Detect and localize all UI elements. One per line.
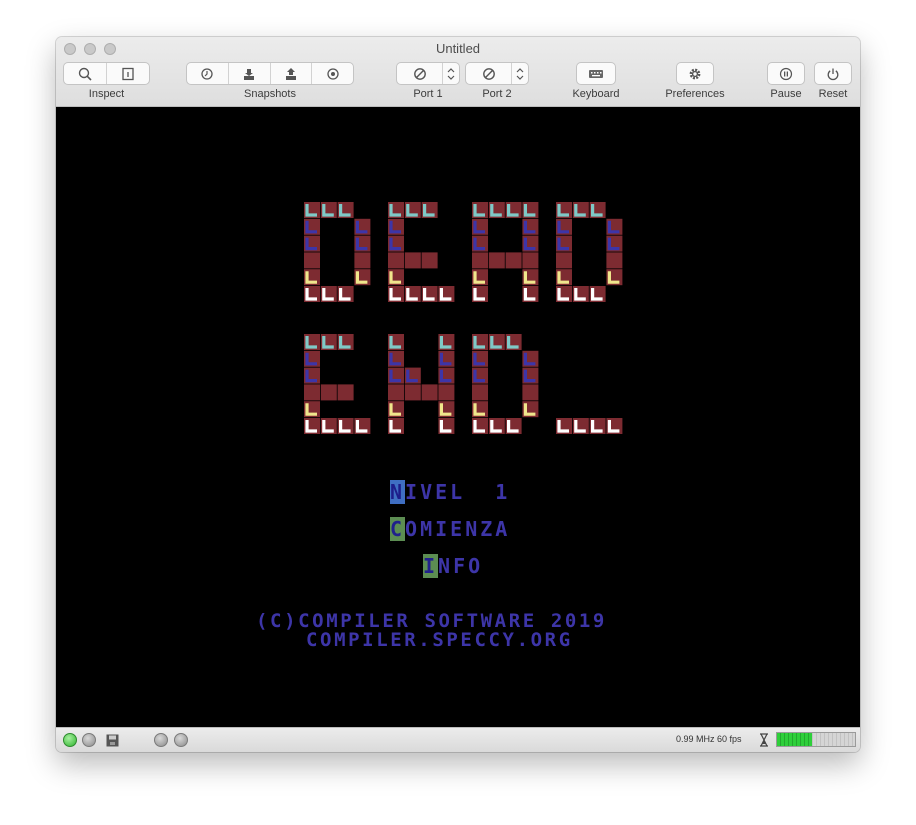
logo-brick [522,252,539,269]
titlebar: Untitled Inspect Snapshots Port 1 Port 2… [56,37,860,107]
no-device-icon [482,67,495,80]
preferences-label: Preferences [665,88,725,100]
pause-icon [779,67,793,80]
drive-led [82,733,96,747]
rewind-icon [201,67,214,80]
menu-text-info: NFO [438,554,484,578]
inspect-group [63,62,150,85]
history-icon [326,67,339,80]
hourglass-icon[interactable] [759,733,769,747]
logo-brick [354,252,371,269]
pause-button[interactable] [767,62,805,85]
speed-readout: 0.99 MHz 60 fps [676,734,742,744]
logo-brick [304,252,320,269]
magnifier-icon [78,67,92,81]
keyboard-icon [589,69,603,78]
inspect-label: Inspect [88,88,125,100]
logo-brick [320,384,337,401]
window-title: Untitled [435,41,481,56]
logo-brick [388,252,404,269]
reset-button[interactable] [814,62,852,85]
reset-label: Reset [818,88,848,100]
download-icon [244,68,255,80]
logo-brick [404,384,421,401]
port2-stepper[interactable] [512,63,528,84]
logo-brick [606,252,623,269]
logo-brick [556,252,572,269]
inspect-button[interactable] [64,63,107,84]
keyboard-label: Keyboard [572,88,620,100]
logo-brick [472,252,488,269]
no-device-icon [413,67,426,80]
pause-label: Pause [770,88,802,100]
monitor-button[interactable] [107,63,149,84]
logo-brick [488,252,505,269]
upload-icon [285,67,296,80]
logo-brick [472,384,488,401]
port2-none [466,63,513,84]
menu-key-i: I [423,554,439,578]
chevron-updown-icon [447,67,455,80]
port1-none [397,63,444,84]
logo-brick [404,252,421,269]
menu-key-c: C [390,517,406,541]
logo-brick [388,384,404,401]
rewind-button[interactable] [187,63,229,84]
keyboard-button[interactable] [576,62,616,85]
take-snapshot-button[interactable] [229,63,271,84]
emulator-screen[interactable]: NIVEL 1 COMIENZA INFO (C)COMPILER SOFTWA… [56,107,860,727]
emulator-window: Untitled Inspect Snapshots Port 1 Port 2… [56,37,860,752]
activity-meter [776,732,856,747]
snapshots-group [186,62,354,85]
activity-meter-fill [777,733,813,746]
port2-label: Port 2 [482,88,512,100]
logo-brick [505,252,522,269]
logo-brick [421,384,438,401]
disk-icon[interactable] [106,734,119,747]
power-icon [827,68,839,80]
port1-label: Port 1 [413,88,443,100]
info-panel-icon [122,67,134,80]
chevron-updown-icon [516,67,524,80]
port2-select[interactable] [465,62,529,85]
logo-brick [438,384,455,401]
menu-key-n: N [390,480,406,504]
dead-end-logo [304,202,623,434]
menu-text-nivel: IVEL 1 [405,480,511,504]
status-bar: 0.99 MHz 60 fps [56,727,860,752]
power-led [63,733,77,747]
logo-brick [337,384,354,401]
logo-brick [522,384,539,401]
menu-text-comienza: OMIENZA [405,517,511,541]
logo-brick [304,384,320,401]
port1-select[interactable] [396,62,460,85]
preferences-button[interactable] [676,62,714,85]
credits-line-2: COMPILER.SPECCY.ORG [306,629,573,651]
logo-brick [421,252,438,269]
port1-stepper[interactable] [443,63,459,84]
cartridge-led [174,733,188,747]
tape-led [154,733,168,747]
snapshots-label: Snapshots [244,88,296,100]
snapshot-browser-button[interactable] [312,63,353,84]
gear-icon [689,68,701,79]
menu-item-nivel[interactable]: NIVEL 1 [390,480,510,504]
menu-item-info[interactable]: INFO [423,554,483,578]
restore-snapshot-button[interactable] [271,63,313,84]
menu-item-comienza[interactable]: COMIENZA [390,517,510,541]
